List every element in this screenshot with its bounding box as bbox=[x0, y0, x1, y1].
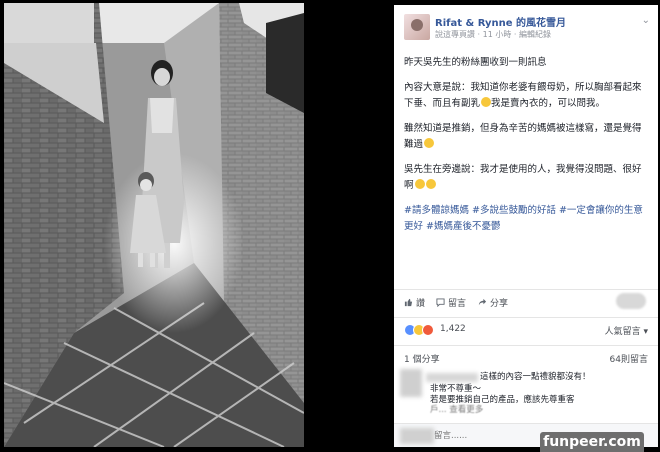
photo-illustration bbox=[4, 3, 304, 447]
commenter-name[interactable] bbox=[426, 373, 478, 382]
post-text: 吳先生在旁邊說：我才是使用的人，我覺得沒問題、很好啊 bbox=[404, 164, 642, 191]
post-paragraph: 吳先生在旁邊說：我才是使用的人，我覺得沒問題、很好啊 bbox=[404, 162, 648, 194]
reactions-bar: 1,422 人氣留言 ▾ bbox=[394, 317, 658, 341]
post-paragraph: 雖然知道是推銷，但身為辛苦的媽媽被這樣寫，還是覺得難過 bbox=[404, 121, 648, 153]
post-text: 我是賣內衣的，可以問我。 bbox=[491, 98, 606, 109]
caret-down-icon: ▾ bbox=[643, 327, 648, 337]
post-hashtags[interactable]: #請多體諒媽媽 #多說些鼓勵的好話 #一定會讓你的生意更好 #媽媽產後不憂鬱 bbox=[404, 203, 648, 235]
post-time[interactable]: 11 小時 bbox=[483, 30, 512, 39]
comment-sort-dropdown[interactable]: 人氣留言 ▾ bbox=[605, 324, 648, 337]
comment-label: 留言 bbox=[448, 299, 467, 309]
like-label: 讚 bbox=[416, 299, 426, 309]
comment-text: 非常不尊重～ bbox=[430, 384, 482, 394]
share-button[interactable]: 分享 bbox=[478, 296, 508, 309]
follow-page-link[interactable]: 說這專頁讚 bbox=[435, 30, 475, 39]
like-button[interactable]: 讚 bbox=[404, 296, 425, 309]
kiss-emoji-icon bbox=[425, 179, 436, 189]
post-paragraph: 昨天吳先生的粉絲團收到一則訊息 bbox=[404, 57, 547, 68]
thumbs-up-icon bbox=[404, 298, 413, 307]
watermark: funpeer.com bbox=[540, 432, 644, 452]
page-avatar[interactable] bbox=[404, 14, 430, 40]
post-body: 昨天吳先生的粉絲團收到一則訊息 內容大意是說：我知道你老婆有餵母奶，所以胸部看起… bbox=[394, 45, 658, 235]
comment-button[interactable]: 留言 bbox=[436, 296, 466, 309]
post-meta: 說這專頁讚 · 11 小時 · 編輯紀錄 bbox=[435, 29, 551, 40]
see-more-link[interactable]: 戶... 查看更多 bbox=[430, 405, 483, 416]
angry-reaction-icon[interactable] bbox=[422, 324, 434, 336]
user-avatar bbox=[400, 428, 434, 444]
facebook-post: Rifat & Rynne 的風花雪月 說這專頁讚 · 11 小時 · 編輯紀錄… bbox=[394, 5, 658, 447]
comment-count[interactable]: 64則留言 bbox=[610, 352, 648, 365]
comment-item: 這樣的內容一點禮貌都沒有！ 非常不尊重～ 若是要推銷自己的產品，應該先尊重客 戶… bbox=[394, 367, 658, 419]
page-name-link[interactable]: Rifat & Rynne 的風花雪月 bbox=[435, 14, 566, 29]
post-header: Rifat & Rynne 的風花雪月 說這專頁讚 · 11 小時 · 編輯紀錄… bbox=[394, 5, 658, 45]
edit-history-link[interactable]: 編輯紀錄 bbox=[519, 30, 551, 39]
comment-icon bbox=[436, 298, 445, 307]
shocked-emoji-icon bbox=[481, 97, 492, 107]
post-actions: 讚 留言 分享 bbox=[394, 289, 658, 313]
share-count[interactable]: 1 個分享 bbox=[404, 352, 440, 365]
sort-label: 人氣留言 bbox=[604, 327, 641, 337]
stats-bar: 1 個分享 64則留言 bbox=[394, 345, 658, 365]
reaction-count[interactable]: 1,422 bbox=[440, 324, 466, 334]
share-icon bbox=[478, 298, 487, 306]
post-paragraph: 內容大意是說：我知道你老婆有餵母奶，所以胸部看起來下垂、而且有副乳 我是賣內衣的，… bbox=[404, 80, 648, 112]
sad-emoji-icon bbox=[424, 138, 435, 148]
share-label: 分享 bbox=[490, 299, 509, 309]
chevron-down-icon[interactable]: ⌄ bbox=[642, 15, 650, 26]
laughing-emoji-icon bbox=[414, 179, 425, 189]
blurred-avatar bbox=[616, 293, 646, 309]
post-photo[interactable] bbox=[4, 3, 304, 447]
post-text: 雖然知道是推銷，但身為辛苦的媽媽被這樣寫，還是覺得難過 bbox=[404, 123, 642, 150]
comment-text: 這樣的內容一點禮貌都沒有！ bbox=[480, 372, 591, 382]
commenter-avatar[interactable] bbox=[400, 369, 422, 397]
